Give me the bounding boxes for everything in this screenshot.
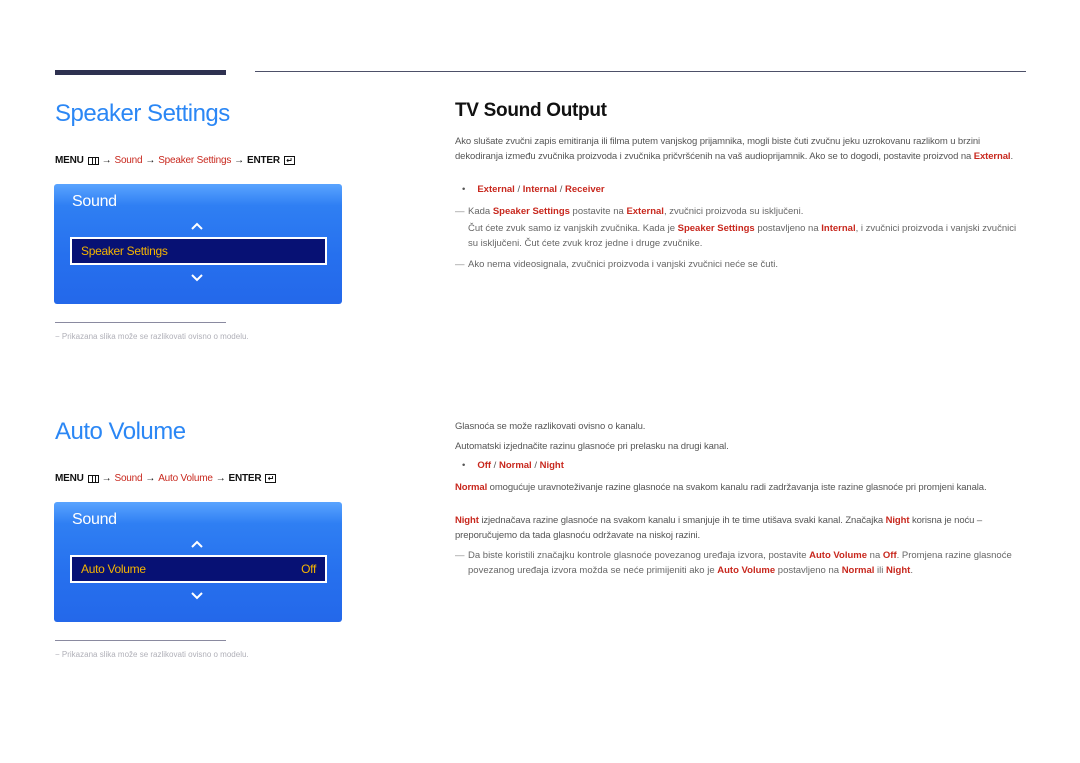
- osd-title: Sound: [72, 193, 117, 210]
- breadcrumb-item: Speaker Settings: [158, 155, 232, 166]
- breadcrumb-menu: MENU: [55, 473, 84, 484]
- note-highlight: External: [626, 206, 664, 217]
- note-highlight: Speaker Settings: [492, 206, 570, 217]
- option-external: External: [477, 184, 515, 195]
- breadcrumb-arrow: →: [215, 473, 226, 484]
- speaker-options-bullet: • External / Internal / Receiver: [462, 184, 605, 195]
- bullet-dot: •: [462, 460, 466, 471]
- breadcrumb-sound: Sound: [114, 473, 143, 484]
- chevron-up-icon[interactable]: [190, 219, 204, 233]
- note-text: ili: [874, 565, 887, 576]
- footnote: − Prikazana slika može se razlikovati ov…: [55, 332, 249, 341]
- breadcrumb-enter: ENTER: [246, 155, 280, 166]
- note-text: postavite na: [569, 206, 627, 217]
- speaker-settings-breadcrumb: MENU → Sound → Speaker Settings → ENTER …: [55, 155, 295, 166]
- breadcrumb-arrow: →: [234, 155, 244, 166]
- osd-selected-item[interactable]: Speaker Settings: [70, 237, 327, 265]
- note-text: , zvučnici proizvoda su isključeni.: [663, 206, 804, 217]
- note-dash: —: [455, 259, 465, 270]
- note-text: Da biste koristili značajku kontrole gla…: [468, 550, 810, 561]
- tv-sound-output-heading: TV Sound Output: [455, 100, 607, 121]
- chevron-up-icon[interactable]: [190, 537, 204, 551]
- separator: /: [514, 184, 523, 195]
- footnote-rule: [55, 640, 226, 641]
- note-highlight: Speaker Settings: [677, 223, 755, 234]
- note-text: na: [867, 550, 883, 561]
- chevron-down-icon[interactable]: [190, 589, 204, 603]
- night-label: Night: [885, 515, 910, 526]
- auto-volume-title: Auto Volume: [55, 418, 186, 445]
- intro-highlight: External: [973, 151, 1011, 162]
- menu-icon: [87, 474, 99, 483]
- night-label: Night: [455, 515, 479, 526]
- chevron-down-icon[interactable]: [190, 271, 204, 285]
- header-rule-thick: [55, 70, 226, 75]
- note-text: Čut ćete zvuk samo iz vanjskih zvučnika.…: [468, 223, 678, 234]
- enter-icon: ↵: [283, 156, 295, 165]
- note-text: Kada: [468, 206, 493, 217]
- osd-title: Sound: [72, 511, 117, 528]
- bullet-dot: •: [462, 184, 466, 195]
- sound-osd-panel: Sound Speaker Settings: [54, 184, 342, 304]
- breadcrumb-arrow: →: [145, 155, 156, 166]
- breadcrumb-arrow: →: [101, 155, 112, 166]
- separator: /: [531, 460, 540, 471]
- breadcrumb-sound: Sound: [114, 155, 143, 166]
- note-highlight: Night: [886, 565, 911, 576]
- intro-text: Ako slušate zvučni zapis emitiranja ili …: [455, 136, 981, 162]
- speaker-note-1: — Kada Speaker Settings postavite na Ext…: [455, 204, 1025, 251]
- auto-volume-note: — Da biste koristili značajku kontrole g…: [455, 548, 1030, 578]
- note-text: postavljeno na: [775, 565, 842, 576]
- osd-selected-item[interactable]: Auto Volume Off: [70, 555, 327, 583]
- footnote: − Prikazana slika može se razlikovati ov…: [55, 650, 249, 659]
- note-text: Ako nema videosignala, zvučnici proizvod…: [468, 259, 778, 270]
- separator: /: [557, 184, 565, 195]
- breadcrumb-arrow: →: [101, 473, 112, 484]
- note-highlight: Normal: [841, 565, 875, 576]
- normal-description: Normal omogućuje uravnoteživanje razine …: [455, 480, 1030, 495]
- breadcrumb-arrow: →: [145, 473, 156, 484]
- breadcrumb-menu: MENU: [55, 155, 84, 166]
- night-text: izjednačava razine glasnoće na svakom ka…: [478, 515, 886, 526]
- menu-icon: [87, 156, 99, 165]
- sound-osd-panel: Sound Auto Volume Off: [54, 502, 342, 622]
- option-normal: Normal: [498, 460, 532, 471]
- speaker-settings-title: Speaker Settings: [55, 100, 230, 127]
- option-receiver: Receiver: [564, 184, 605, 195]
- note-text: .: [910, 565, 913, 576]
- intro-end: .: [1010, 151, 1013, 162]
- option-off: Off: [477, 460, 492, 471]
- header-rule-thin: [255, 71, 1026, 72]
- normal-label: Normal: [455, 482, 488, 493]
- auto-volume-breadcrumb: MENU → Sound → Auto Volume → ENTER ↵: [55, 473, 277, 484]
- osd-item-label: Speaker Settings: [81, 244, 168, 258]
- auto-volume-options-bullet: • Off / Normal / Night: [462, 460, 564, 471]
- note-dash: —: [455, 550, 465, 561]
- breadcrumb-item: Auto Volume: [158, 473, 213, 484]
- osd-item-value: Off: [301, 562, 316, 576]
- note-highlight: Off: [882, 550, 897, 561]
- tv-sound-output-intro: Ako slušate zvučni zapis emitiranja ili …: [455, 134, 1025, 164]
- speaker-note-2: — Ako nema videosignala, zvučnici proizv…: [455, 257, 1025, 272]
- breadcrumb-enter: ENTER: [228, 473, 262, 484]
- auto-volume-p1: Glasnoća se može razlikovati ovisno o ka…: [455, 421, 646, 432]
- note-line-2: Čut ćete zvuk samo iz vanjskih zvučnika.…: [468, 221, 1025, 251]
- option-internal: Internal: [522, 184, 558, 195]
- note-text: postavljeno na: [754, 223, 822, 234]
- normal-text: omogućuje uravnoteživanje razine glasnoć…: [487, 482, 987, 493]
- separator: /: [491, 460, 499, 471]
- note-highlight: Auto Volume: [809, 550, 868, 561]
- footnote-rule: [55, 322, 226, 323]
- auto-volume-p2: Automatski izjednačite razinu glasnoće p…: [455, 441, 729, 452]
- night-description: Night izjednačava razine glasnoće na sva…: [455, 513, 1030, 543]
- enter-icon: ↵: [265, 474, 277, 483]
- osd-item-label: Auto Volume: [81, 562, 146, 576]
- note-highlight: Auto Volume: [717, 565, 776, 576]
- option-night: Night: [539, 460, 564, 471]
- note-highlight: Internal: [821, 223, 856, 234]
- note-dash: —: [455, 206, 465, 217]
